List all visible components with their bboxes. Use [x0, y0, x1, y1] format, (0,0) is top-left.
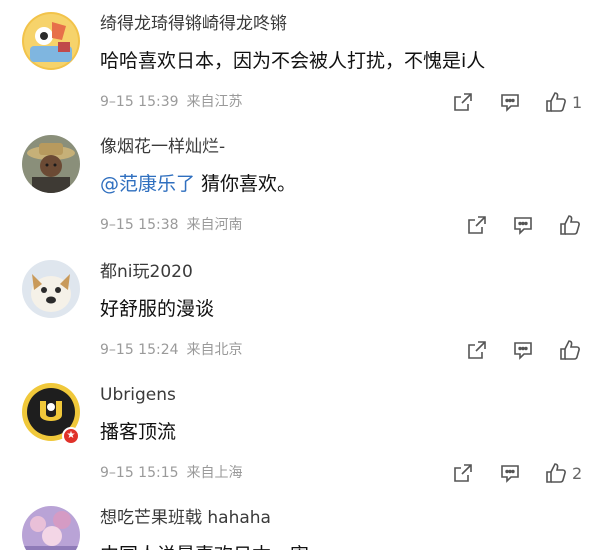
mention-link[interactable]: @范康乐了 — [100, 173, 195, 195]
action-bar — [0, 211, 600, 239]
like-count: 1 — [572, 92, 583, 112]
share-icon — [452, 91, 474, 113]
like-button[interactable]: 2 — [544, 459, 582, 487]
comment-text: 播客顶流 — [100, 421, 177, 443]
like-count: 2 — [572, 463, 583, 483]
comment-feed: 绮得龙琦得锵崎得龙咚锵 哈哈喜欢日本，因为不会被人打扰，不愧是i人 9–15 1… — [0, 0, 600, 550]
comment-button[interactable] — [499, 459, 521, 487]
comment-button[interactable] — [499, 88, 521, 116]
like-button[interactable] — [558, 336, 586, 364]
comment-text-body: 猜你喜欢。 — [195, 173, 297, 195]
comment-item: 像烟花一样灿烂- @范康乐了 猜你喜欢。 9–15 15:38 来自河南 — [0, 135, 600, 245]
share-button[interactable] — [452, 459, 474, 487]
avatar[interactable] — [22, 506, 80, 550]
username[interactable]: Ubrigens — [100, 383, 176, 407]
username[interactable]: 绮得龙琦得锵崎得龙咚锵 — [100, 12, 287, 36]
comment-text: 中国人说最喜欢日本，害 — [100, 542, 309, 550]
verified-badge-icon: ★ — [62, 427, 80, 445]
username[interactable]: 像烟花一样灿烂- — [100, 135, 225, 159]
share-button[interactable] — [466, 336, 488, 364]
thumbs-up-icon — [558, 338, 582, 362]
avatar[interactable] — [22, 12, 80, 70]
username[interactable]: 想吃芒果班戟 hahaha — [100, 506, 271, 530]
comment-text: @范康乐了 猜你喜欢。 — [100, 171, 296, 197]
thumbs-up-icon — [558, 213, 582, 237]
comment-text: 哈哈喜欢日本，因为不会被人打扰，不愧是i人 — [100, 50, 486, 72]
comment-icon — [499, 462, 521, 484]
share-button[interactable] — [452, 88, 474, 116]
comment-item: 想吃芒果班戟 hahaha 中国人说最喜欢日本，害 — [0, 506, 600, 550]
action-bar: 1 — [0, 88, 600, 116]
comment-icon — [512, 339, 534, 361]
comment-button[interactable] — [512, 336, 534, 364]
avatar[interactable] — [22, 135, 80, 193]
share-button[interactable] — [466, 211, 488, 239]
share-icon — [466, 339, 488, 361]
comment-item: 都ni玩2020 好舒服的漫谈 9–15 15:24 来自北京 — [0, 260, 600, 370]
comment-button[interactable] — [512, 211, 534, 239]
comment-item: ★ Ubrigens 播客顶流 9–15 15:15 来自上海 2 — [0, 383, 600, 493]
comment-icon — [499, 91, 521, 113]
avatar[interactable] — [22, 260, 80, 318]
action-bar — [0, 336, 600, 364]
username[interactable]: 都ni玩2020 — [100, 260, 193, 284]
like-button[interactable]: 1 — [544, 88, 582, 116]
comment-icon — [512, 214, 534, 236]
thumbs-up-icon — [544, 90, 568, 114]
like-button[interactable] — [558, 211, 586, 239]
share-icon — [452, 462, 474, 484]
action-bar: 2 — [0, 459, 600, 487]
comment-text: 好舒服的漫谈 — [100, 298, 215, 320]
thumbs-up-icon — [544, 461, 568, 485]
share-icon — [466, 214, 488, 236]
comment-item: 绮得龙琦得锵崎得龙咚锵 哈哈喜欢日本，因为不会被人打扰，不愧是i人 9–15 1… — [0, 12, 600, 122]
